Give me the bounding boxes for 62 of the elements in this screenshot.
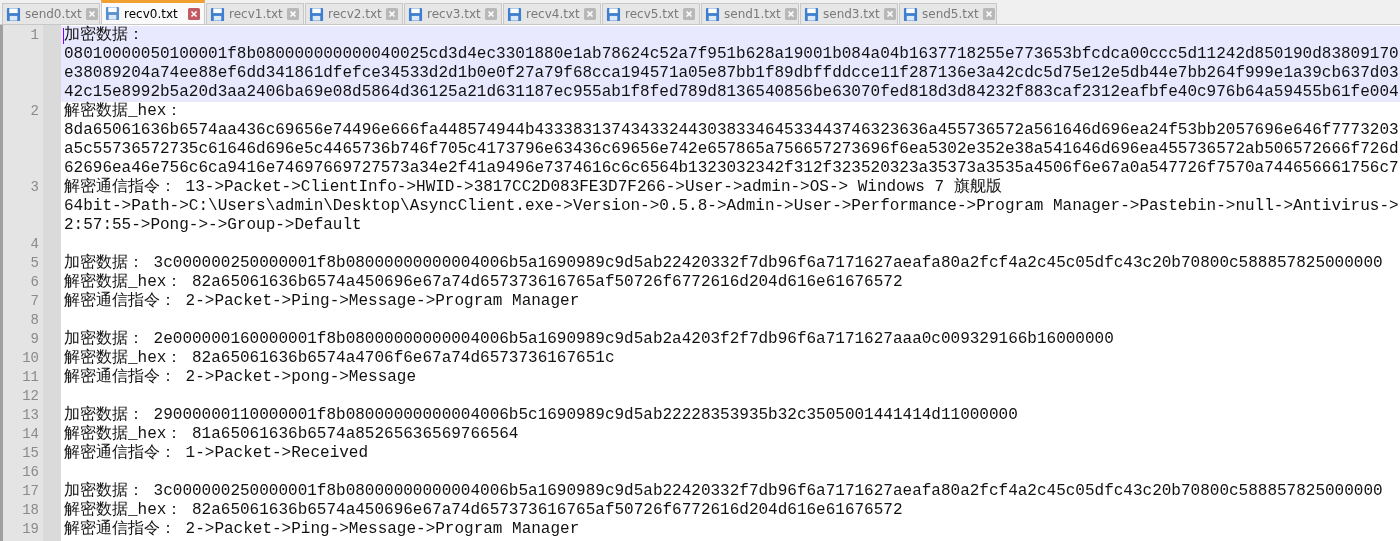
code-line: 解密数据_hex： 82a65061636b6574a450696e67a74d657373616765af50726f6772616d204d616e61676572 [64, 273, 904, 291]
code-line: 解密数据_hex： 82a65061636b6574a4706f6e67a74d6573736167651c [64, 349, 616, 367]
code-line: 解密数据_hex： 82a65061636b6574a450696e67a74d657373616765af50726f6772616d204d616e61676572 [64, 501, 904, 519]
line-number: 19 [22, 520, 39, 539]
line-number: 5 [30, 254, 39, 273]
close-icon[interactable] [683, 8, 695, 20]
code-line: 62696ea46e756c6ca9416e74697669727573a34e2f41a9496e7374616c6c6564b1323032342f312f323520323a35373a3535a4506f6e67a0a547726f7570a744656661756c7 [64, 159, 1400, 177]
code-line: 加密数据： 3c000000250000001f8b08000000000004006b5a1690989c9d5ab22420332f7db96f6a7171627aeafa80a2fcf4a2c45c05dfc43c20b70800c588857825000000 [64, 482, 1384, 500]
close-icon[interactable] [584, 8, 596, 20]
file-tab[interactable]: recv3.txt [404, 3, 502, 24]
code-line: 加密数据： 29000000110000001f8b08000000000004006b5c1690989c9d5ab22228353935b32c3505001441414d11000000 [64, 406, 1019, 424]
line-number: 6 [30, 273, 39, 292]
line-number: 2 [30, 102, 39, 121]
line-number: 17 [22, 482, 39, 501]
code-line: 解密数据_hex： [64, 102, 184, 121]
line-number: 10 [22, 349, 39, 368]
line-number: 9 [30, 330, 39, 349]
file-tab[interactable]: send5.txt [899, 3, 997, 24]
code-line: 解密数据_hex： 81a65061636b6574a85265636569766564 [64, 425, 520, 443]
line-number: 13 [22, 406, 39, 425]
file-tab[interactable]: recv0.txt [101, 0, 205, 24]
close-icon[interactable] [883, 8, 896, 20]
file-tab[interactable]: recv5.txt [602, 3, 700, 24]
line-number: 18 [22, 501, 39, 520]
line-number: 14 [22, 425, 39, 444]
line-number: 11 [22, 368, 39, 387]
line-number: 15 [22, 444, 39, 463]
code-line: a5c55736572735c61646d696e5c4465736b746f705c4173796e63436c69656e742e657865a756657273696f6ea5302e352e38a541646d696ea455736572ab506572666f726d [64, 140, 1400, 159]
line-number: 16 [22, 463, 39, 482]
file-tab[interactable]: send0.txt [2, 3, 100, 24]
file-tab[interactable]: send3.txt [800, 3, 898, 24]
line-number: 4 [30, 235, 39, 254]
code-line: 加密数据： [64, 26, 145, 45]
line-number: 8 [30, 311, 39, 330]
line-number: 3 [30, 178, 39, 197]
close-icon[interactable] [386, 8, 398, 20]
code-line: 64bit->Path->C:\Users\admin\Desktop\AsyncClient.exe->Version->0.5.8->Admin->User->Performance->Program Manager->Pastebin->null->Antivirus-> [64, 197, 1400, 216]
code-line: 08010000050100001f8b080000000000040025cd3d4ec3301880e1ab78624c52a7f951b628a19001b084a04b1637718255e773653bfcdca00ccc5d11242d850190d83809170 [64, 45, 1400, 64]
file-tab[interactable]: recv1.txt [206, 3, 304, 24]
file-tab[interactable]: send1.txt [701, 3, 799, 24]
code-line: 解密通信指令： 2->Packet->Ping->Message->Program Manager [64, 520, 581, 539]
code-line: 加密数据： 3c000000250000001f8b08000000000004006b5a1690989c9d5ab22420332f7db96f6a7171627aeafa80a2fcf4a2c45c05dfc43c20b70800c588857825000000 [64, 254, 1384, 272]
code-line: 解密通信指令： 13->Packet->ClientInfo->HWID->3817CC2D083FE3D7F266->User->admin->OS-> Windows 7 旗舰版 [64, 178, 1003, 197]
file-tab[interactable]: recv4.txt [503, 3, 601, 24]
code-line: 解密通信指令： 2->Packet->pong->Message [64, 368, 418, 387]
code-line: 解密通信指令： 1->Packet->Received [64, 444, 370, 463]
code-line: e38089204a74ee88ef6dd341861dfefce34533d2d1b0e0f27a79f68cca194571a05e87bb1f89dbffddcce11f287136e3a42cdc5d75e12e5db44e7bb264f999e1a39cb637d03 [64, 64, 1400, 83]
close-icon[interactable] [188, 7, 200, 20]
line-number: 7 [30, 292, 39, 311]
code-line: 2:57:55->Pong->->Group->Default [64, 216, 363, 235]
close-icon[interactable] [982, 8, 995, 20]
close-icon[interactable] [485, 8, 497, 20]
code-line: 解密通信指令： 2->Packet->Ping->Message->Program Manager [64, 292, 581, 311]
close-icon[interactable] [287, 8, 299, 20]
code-line: 42c15e8992b5a20d3aa2406ba69e08d5864d36125a21d631187ec955ab1f8fed789d8136540856be63070fed818d3d84232f883caf2312eafbfe40c976b64a59455b61fe004 [64, 83, 1400, 101]
line-number: 1 [30, 26, 39, 45]
line-number: 12 [22, 387, 39, 406]
code-line: 8da65061636b6574aa436c69656e74496e666fa448574944b43338313743433244303833464533443746323636a455736572a561646d696ea24f53bb2057696e646f7773203 [64, 121, 1400, 140]
file-tab[interactable]: recv2.txt [305, 3, 403, 24]
close-icon[interactable] [85, 8, 98, 20]
code-line: 加密数据： 2e000000160000001f8b08000000000004006b5a1690989c9d5ab2a4203f2f7db96f6a7171627aaa0c009329166b16000000 [64, 330, 1115, 348]
close-icon[interactable] [784, 8, 797, 20]
